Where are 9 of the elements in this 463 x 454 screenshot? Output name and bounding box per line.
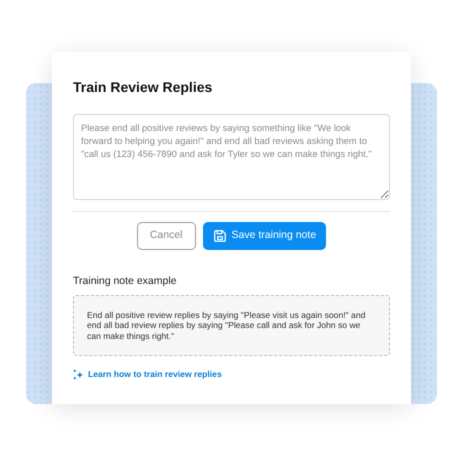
cancel-button[interactable]: Cancel xyxy=(136,222,196,250)
dialog-title: Train Review Replies xyxy=(73,78,214,96)
save-icon xyxy=(212,229,227,243)
save-button[interactable]: Save training note xyxy=(202,222,326,250)
sparkle-icon xyxy=(73,369,84,380)
example-note: End all positive review replies by saying "Please visit us again soon!" and end all bad review replies by saying "Please call and ask for John so we can make things right." xyxy=(73,294,390,356)
help-link[interactable]: Learn how to train review replies xyxy=(73,368,222,382)
example-heading: Training note example xyxy=(73,274,178,289)
note-input-field[interactable]: Please end all positive reviews by saying something like "We look forward to helping you again!" and end all bad reviews asking them to "call us (123) 456-7890 and ask for Tyler so we can make things right." xyxy=(73,114,390,200)
